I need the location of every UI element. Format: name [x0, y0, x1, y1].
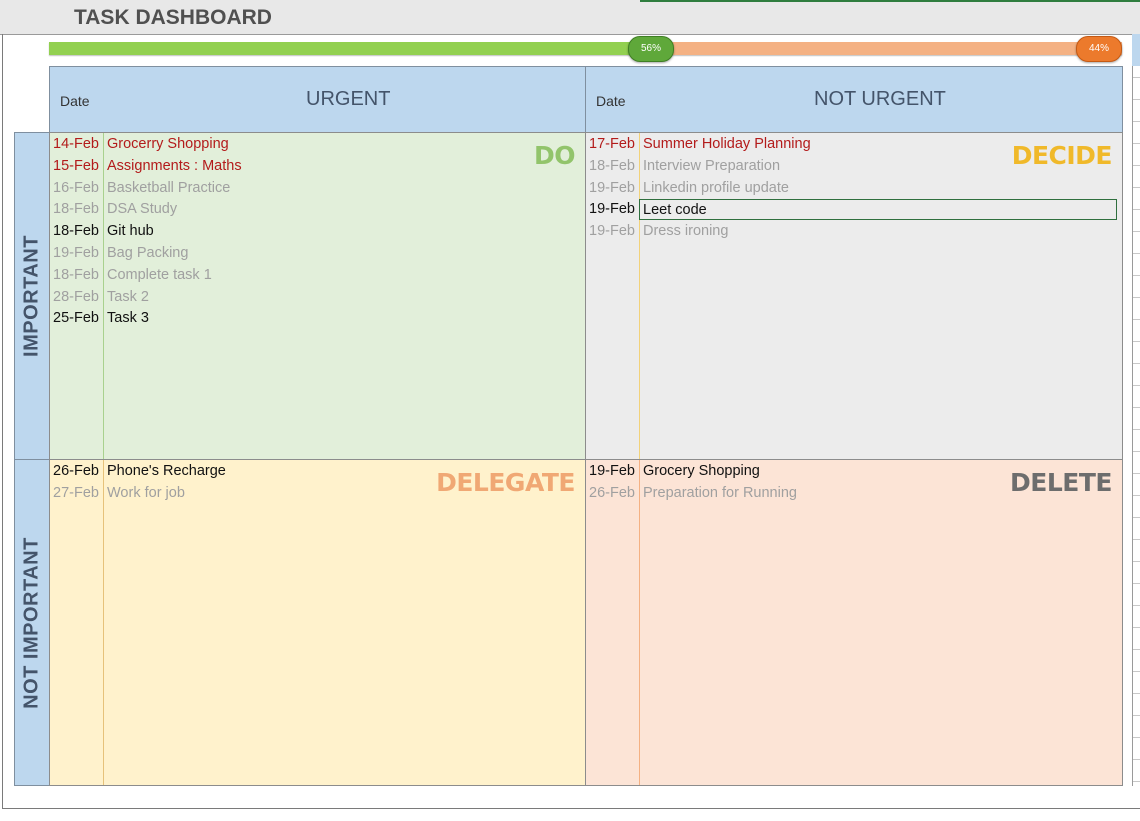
quadrant-delete: DELETE 19-Feb Grocery Shopping 26-Feb Prep… — [585, 459, 1123, 786]
task-name: Git hub — [107, 223, 154, 240]
task-row[interactable]: 26-Feb Phone's Recharge — [50, 461, 585, 483]
date-column-label: Date — [596, 93, 626, 109]
task-date: 19-Feb — [589, 201, 635, 218]
not-urgent-heading: NOT URGENT — [814, 88, 946, 110]
task-date: 28-Feb — [53, 288, 99, 305]
task-row[interactable]: 25-Feb Task 3 — [50, 308, 585, 330]
not-important-label: NOT IMPORTANT — [20, 536, 43, 709]
task-name: Preparation for Running — [643, 484, 797, 501]
task-name: Grocerry Shopping — [107, 136, 229, 152]
task-row[interactable]: 19-Feb Leet code — [586, 199, 1122, 221]
task-date: 18-Feb — [589, 157, 635, 174]
header-not-urgent: Date NOT URGENT — [585, 66, 1123, 133]
task-row[interactable]: 16-Feb Basketball Practice — [50, 178, 585, 200]
task-row[interactable]: 19-Feb Grocery Shopping — [586, 461, 1122, 483]
urgent-heading: URGENT — [306, 88, 391, 110]
task-date: 26-Feb — [53, 463, 99, 479]
task-date: 18-Feb — [53, 223, 99, 240]
task-row[interactable]: 19-Feb Linkedin profile update — [586, 178, 1122, 200]
progress-bar: 56% 44% — [49, 36, 1122, 62]
sheet-gridlines — [1132, 34, 1140, 786]
task-row[interactable]: 18-Feb Interview Preparation — [586, 156, 1122, 178]
frame-border-left — [2, 34, 3, 809]
task-name: Interview Preparation — [643, 157, 781, 174]
sheet-header-edge — [1132, 34, 1140, 66]
quadrant-do: DO 14-Feb Grocerry Shopping 15-Feb Assignm… — [49, 132, 586, 460]
task-row[interactable]: 19-Feb Bag Packing — [50, 243, 585, 265]
task-name: Dress ironing — [643, 223, 729, 240]
task-row[interactable]: 18-Feb DSA Study — [50, 199, 585, 221]
task-name: Task 3 — [107, 310, 149, 327]
row-header-not-important: NOT IMPORTANT — [14, 459, 50, 786]
task-name: Grocery Shopping — [643, 463, 760, 479]
page-title: TASK DASHBOARD — [74, 6, 272, 29]
task-date: 19-Feb — [589, 463, 635, 479]
task-date: 17-Feb — [589, 136, 635, 152]
date-divider — [103, 460, 104, 785]
task-row[interactable]: 19-Feb Dress ironing — [586, 221, 1122, 243]
task-name: Bag Packing — [107, 244, 189, 261]
progress-done-badge: 56% — [628, 36, 674, 62]
task-date: 19-Feb — [53, 244, 99, 261]
title-bar: TASK DASHBOARD — [0, 0, 1140, 35]
quadrant-delegate: DELEGATE 26-Feb Phone's Recharge 27-Feb Wo… — [49, 459, 586, 786]
task-date: 18-Feb — [53, 201, 99, 218]
task-date: 19-Feb — [589, 179, 635, 196]
header-urgent: Date URGENT — [49, 66, 586, 133]
task-name-selected-cell[interactable]: Leet code — [639, 199, 1117, 221]
task-row[interactable]: 18-Feb Complete task 1 — [50, 265, 585, 287]
progress-remaining-badge: 44% — [1076, 36, 1122, 62]
task-name: Work for job — [107, 484, 185, 501]
task-row[interactable]: 28-Feb Task 2 — [50, 287, 585, 309]
frame-border-bottom — [2, 808, 1140, 809]
task-name: Assignments : Maths — [107, 157, 242, 174]
task-row[interactable]: 15-Feb Assignments : Maths — [50, 156, 585, 178]
task-row[interactable]: 27-Feb Work for job — [50, 483, 585, 505]
task-date: 27-Feb — [53, 484, 99, 501]
quadrant-decide: DECIDE 17-Feb Summer Holiday Planning 18-… — [585, 132, 1123, 460]
title-bar-accent-line — [640, 0, 1140, 2]
task-date: 19-Feb — [589, 223, 635, 240]
task-row[interactable]: 17-Feb Summer Holiday Planning — [586, 134, 1122, 156]
task-date: 14-Feb — [53, 136, 99, 152]
task-date: 16-Feb — [53, 179, 99, 196]
task-name: Phone's Recharge — [107, 463, 226, 479]
task-row[interactable]: 26-Feb Preparation for Running — [586, 483, 1122, 505]
progress-done-segment — [49, 42, 650, 55]
task-name: Summer Holiday Planning — [643, 136, 811, 152]
row-header-important: IMPORTANT — [14, 132, 50, 460]
date-column-label: Date — [60, 93, 90, 109]
task-row[interactable]: 18-Feb Git hub — [50, 221, 585, 243]
task-list-delegate: 26-Feb Phone's Recharge 27-Feb Work for jo… — [50, 461, 585, 505]
task-name: Basketball Practice — [107, 179, 231, 196]
task-date: 18-Feb — [53, 266, 99, 283]
task-name: DSA Study — [107, 201, 178, 218]
task-date: 26-Feb — [589, 484, 635, 501]
task-name: Linkedin profile update — [643, 179, 789, 196]
task-list-do: 14-Feb Grocerry Shopping 15-Feb Assignment… — [50, 134, 585, 330]
progress-remaining-segment — [650, 42, 1122, 55]
date-divider — [639, 460, 640, 785]
task-name: Complete task 1 — [107, 266, 212, 283]
task-list-decide: 17-Feb Summer Holiday Planning 18-Feb Inte… — [586, 134, 1122, 243]
task-list-delete: 19-Feb Grocery Shopping 26-Feb Preparation… — [586, 461, 1122, 505]
important-label: IMPORTANT — [20, 235, 43, 357]
task-date: 15-Feb — [53, 157, 99, 174]
task-name: Task 2 — [107, 288, 149, 305]
task-row[interactable]: 14-Feb Grocerry Shopping — [50, 134, 585, 156]
task-date: 25-Feb — [53, 310, 99, 327]
